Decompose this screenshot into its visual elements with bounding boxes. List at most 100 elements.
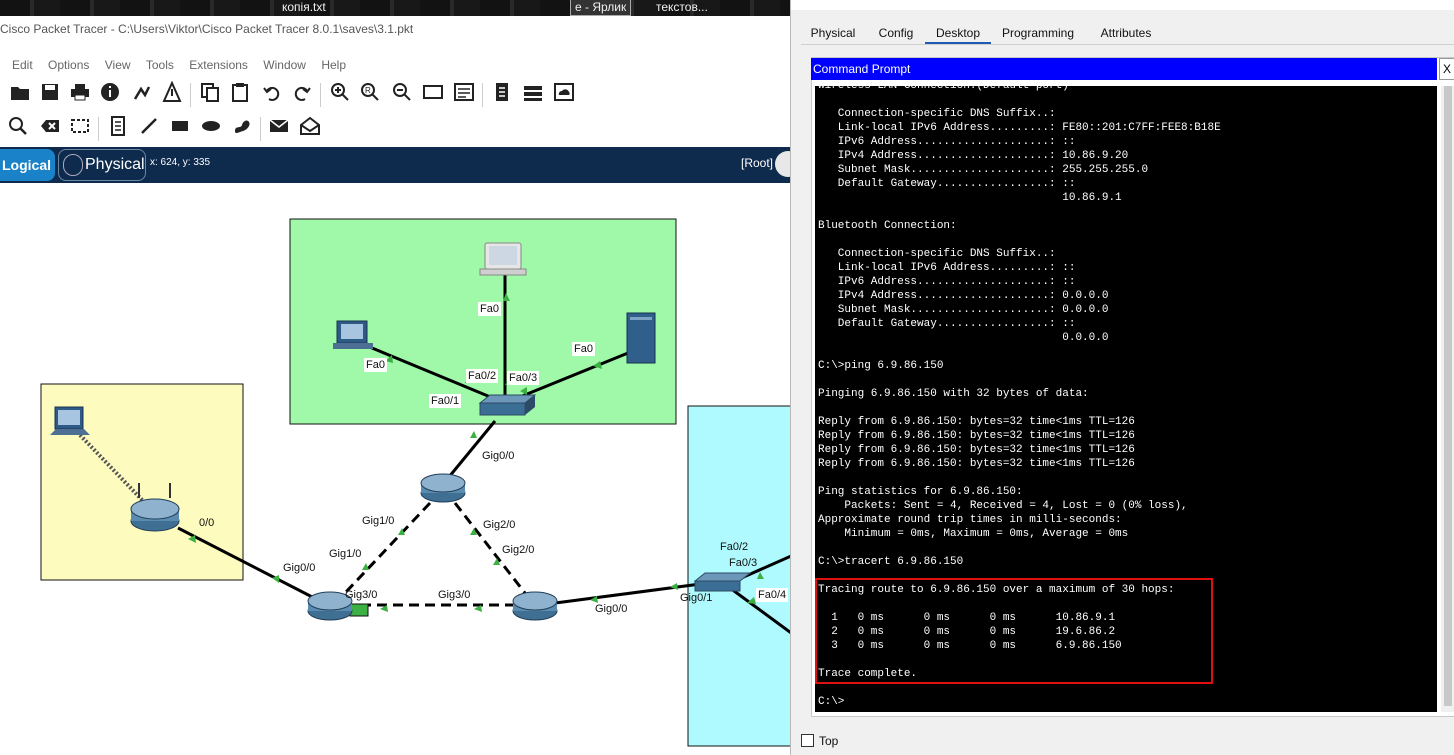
save-icon[interactable] [38,80,62,104]
note-icon[interactable] [106,114,130,138]
router-right-icon[interactable] [512,591,558,621]
add-complex-pdu-icon[interactable] [298,114,322,138]
custom-devices-icon[interactable] [452,80,476,104]
copy-icon[interactable] [198,80,222,104]
terminal-line: Pinging 6.9.86.150 with 32 bytes of data… [818,388,1089,400]
svg-text:R: R [365,86,371,95]
draw-rectangle-icon[interactable] [168,114,192,138]
drawing-palette-icon[interactable] [421,80,445,104]
terminal-line: Default Gateway.................: :: [818,178,1076,190]
port-label: Gig0/0 [482,450,515,462]
top-label: Top [819,734,839,748]
terminal-line: Default Gateway.................: :: [818,318,1076,330]
terminal-line: IPv6 Address....................: :: [818,136,1076,148]
menu-tools[interactable]: Tools [146,58,174,72]
zoom-in-icon[interactable] [328,80,352,104]
terminal-line: Bluetooth Connection: [818,220,957,232]
drawing-toolbar [0,114,790,144]
paste-icon[interactable] [228,80,252,104]
tab-config[interactable]: Config [867,22,925,44]
tab-logical[interactable]: Logical [0,149,55,181]
port-label: Fa0/2 [466,369,499,383]
tab-physical-device[interactable]: Physical [801,22,865,44]
menu-view[interactable]: View [105,58,131,72]
logical-workspace-canvas[interactable]: Fa0 Fa0 Fa0 Fa0/2 Fa0/3 Fa0/1 Gig0/0 Gig… [0,183,790,755]
port-label: Fa0/3 [729,557,758,569]
network-device-icon[interactable] [521,80,545,104]
menu-options[interactable]: Options [48,58,89,72]
top-checkbox[interactable] [801,734,814,747]
inspect-icon[interactable] [6,114,30,138]
terminal-line: Reply from 6.9.86.150: bytes=32 time<1ms… [818,430,1135,442]
terminal-line: Connection-specific DNS Suffix..: [818,108,1056,120]
freeform-icon[interactable] [230,114,254,138]
taskbar: копія.txt е - Ярлик текстов... [0,0,790,16]
physical-view-icon [63,154,83,176]
draw-ellipse-icon[interactable] [199,114,223,138]
port-label: Gig2/0 [502,544,535,556]
menu-help[interactable]: Help [321,58,346,72]
tab-physical[interactable]: Physical [58,149,146,181]
port-label: Gig3/0 [438,589,471,601]
terminal-line: C:\> [818,696,845,708]
router-top-icon[interactable] [420,473,466,503]
delete-icon[interactable] [38,114,62,138]
port-label: Fa0 [364,358,387,372]
pc-top-icon[interactable] [479,242,527,276]
terminal-line: IPv4 Address....................: 10.86.… [818,150,1129,162]
terminal-screen[interactable]: Wireless LAN Connection:(Default port) C… [815,86,1437,712]
port-label: Gig3/0 [345,589,378,601]
open-folder-icon[interactable] [8,80,32,104]
menu-window[interactable]: Window [263,58,306,72]
root-label[interactable]: [Root] [741,156,773,170]
menu-edit[interactable]: Edit [12,58,33,72]
terminal-line: Connection-specific DNS Suffix..: [818,248,1056,260]
resize-shape-icon[interactable] [68,114,92,138]
terminal-line: 0.0.0.0 [818,332,1109,344]
terminal-scrollbar[interactable] [1441,86,1454,712]
terminal-line: Minimum = 0ms, Maximum = 0ms, Average = … [818,528,1129,540]
pc-left-icon[interactable] [333,320,373,349]
port-label: Gig0/0 [283,562,316,574]
terminal-line: IPv6 Address....................: :: [818,276,1076,288]
add-simple-pdu-icon[interactable] [267,114,291,138]
terminal-line: Subnet Mask.....................: 255.25… [818,164,1149,176]
main-toolbar: R [0,80,790,110]
menu-extensions[interactable]: Extensions [189,58,248,72]
terminal-line: Reply from 6.9.86.150: bytes=32 time<1ms… [818,444,1135,456]
port-label: Gig0/1 [680,592,713,604]
command-prompt-title: Command Prompt [811,58,1437,80]
terminal-line: Link-local IPv6 Address.........: FE80::… [818,122,1221,134]
port-label: Fa0/4 [756,588,789,602]
port-label: Gig2/0 [483,519,516,531]
close-button[interactable]: X [1439,58,1454,80]
zoom-reset-icon[interactable]: R [358,80,382,104]
topology-diagram [40,218,790,747]
zoom-out-icon[interactable] [390,80,414,104]
print-icon[interactable] [68,80,92,104]
taskbar-item-kopiya[interactable]: копія.txt [278,0,330,16]
tab-desktop[interactable]: Desktop [925,22,991,44]
port-label: Fa0 [572,342,595,356]
switch-green-icon[interactable] [478,394,537,416]
network-wizard-icon[interactable] [130,80,154,104]
taskbar-item-tekstov[interactable]: текстов... [652,0,712,16]
terminal-line: Reply from 6.9.86.150: bytes=32 time<1ms… [818,458,1135,470]
activity-wizard-icon[interactable] [160,80,184,104]
terminal-line: Approximate round trip times in milli-se… [818,514,1122,526]
tab-attributes[interactable]: Attributes [1087,22,1165,44]
info-icon[interactable] [98,80,122,104]
port-label: Fa0/1 [429,394,462,408]
draw-line-icon[interactable] [137,114,161,138]
server-icon[interactable] [626,312,656,364]
redo-icon[interactable] [290,80,314,104]
tab-programming[interactable]: Programming [993,22,1083,44]
cloud-image-icon[interactable] [552,80,576,104]
undo-icon[interactable] [260,80,284,104]
text-file-icon[interactable] [490,80,514,104]
workspace-bar: Logical Physical x: 624, y: 335 [Root] [0,147,801,183]
taskbar-item-yarlyk[interactable]: е - Ярлик [570,0,632,16]
